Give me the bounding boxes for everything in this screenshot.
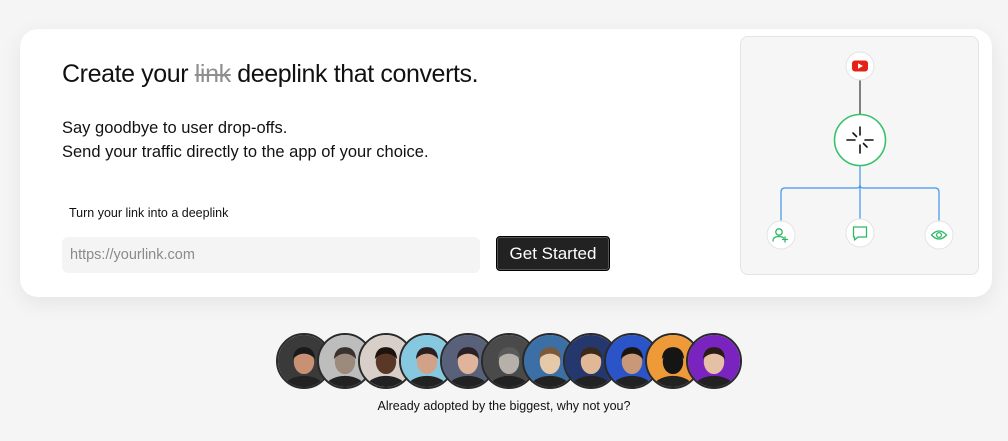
headline-end: deeplink that converts.: [237, 60, 479, 88]
hero-subline-1: Say goodbye to user drop-offs.: [62, 119, 288, 137]
link-input-label: Turn your link into a deeplink: [69, 206, 229, 220]
hero-headline: Create your link deeplink that converts.: [62, 60, 479, 89]
deeplink-flow-diagram: [740, 36, 979, 275]
output-node-chat: [845, 218, 875, 248]
deeplink-hub-node: [833, 113, 887, 167]
hero-subline-2: Send your traffic directly to the app of…: [62, 143, 429, 161]
get-started-button[interactable]: Get Started: [496, 236, 610, 271]
avatar-11: [686, 333, 742, 389]
output-node-add-user: [766, 220, 796, 250]
creator-avatar-row: [276, 333, 746, 391]
social-proof-tagline: Already adopted by the biggest, why not …: [377, 399, 631, 413]
headline-start: Create your: [62, 60, 189, 88]
avatar-portrait: [688, 335, 740, 387]
youtube-icon: [852, 60, 868, 72]
output-node-eye: [924, 220, 954, 250]
deeplink-hero-card: Create your link deeplink that converts.…: [20, 29, 992, 297]
youtube-source-node: [845, 51, 875, 81]
link-url-input[interactable]: [62, 237, 480, 273]
branch-lines: [780, 163, 940, 223]
headline-struck-word: link: [194, 60, 231, 88]
flow-diagram-svg: [766, 51, 954, 250]
